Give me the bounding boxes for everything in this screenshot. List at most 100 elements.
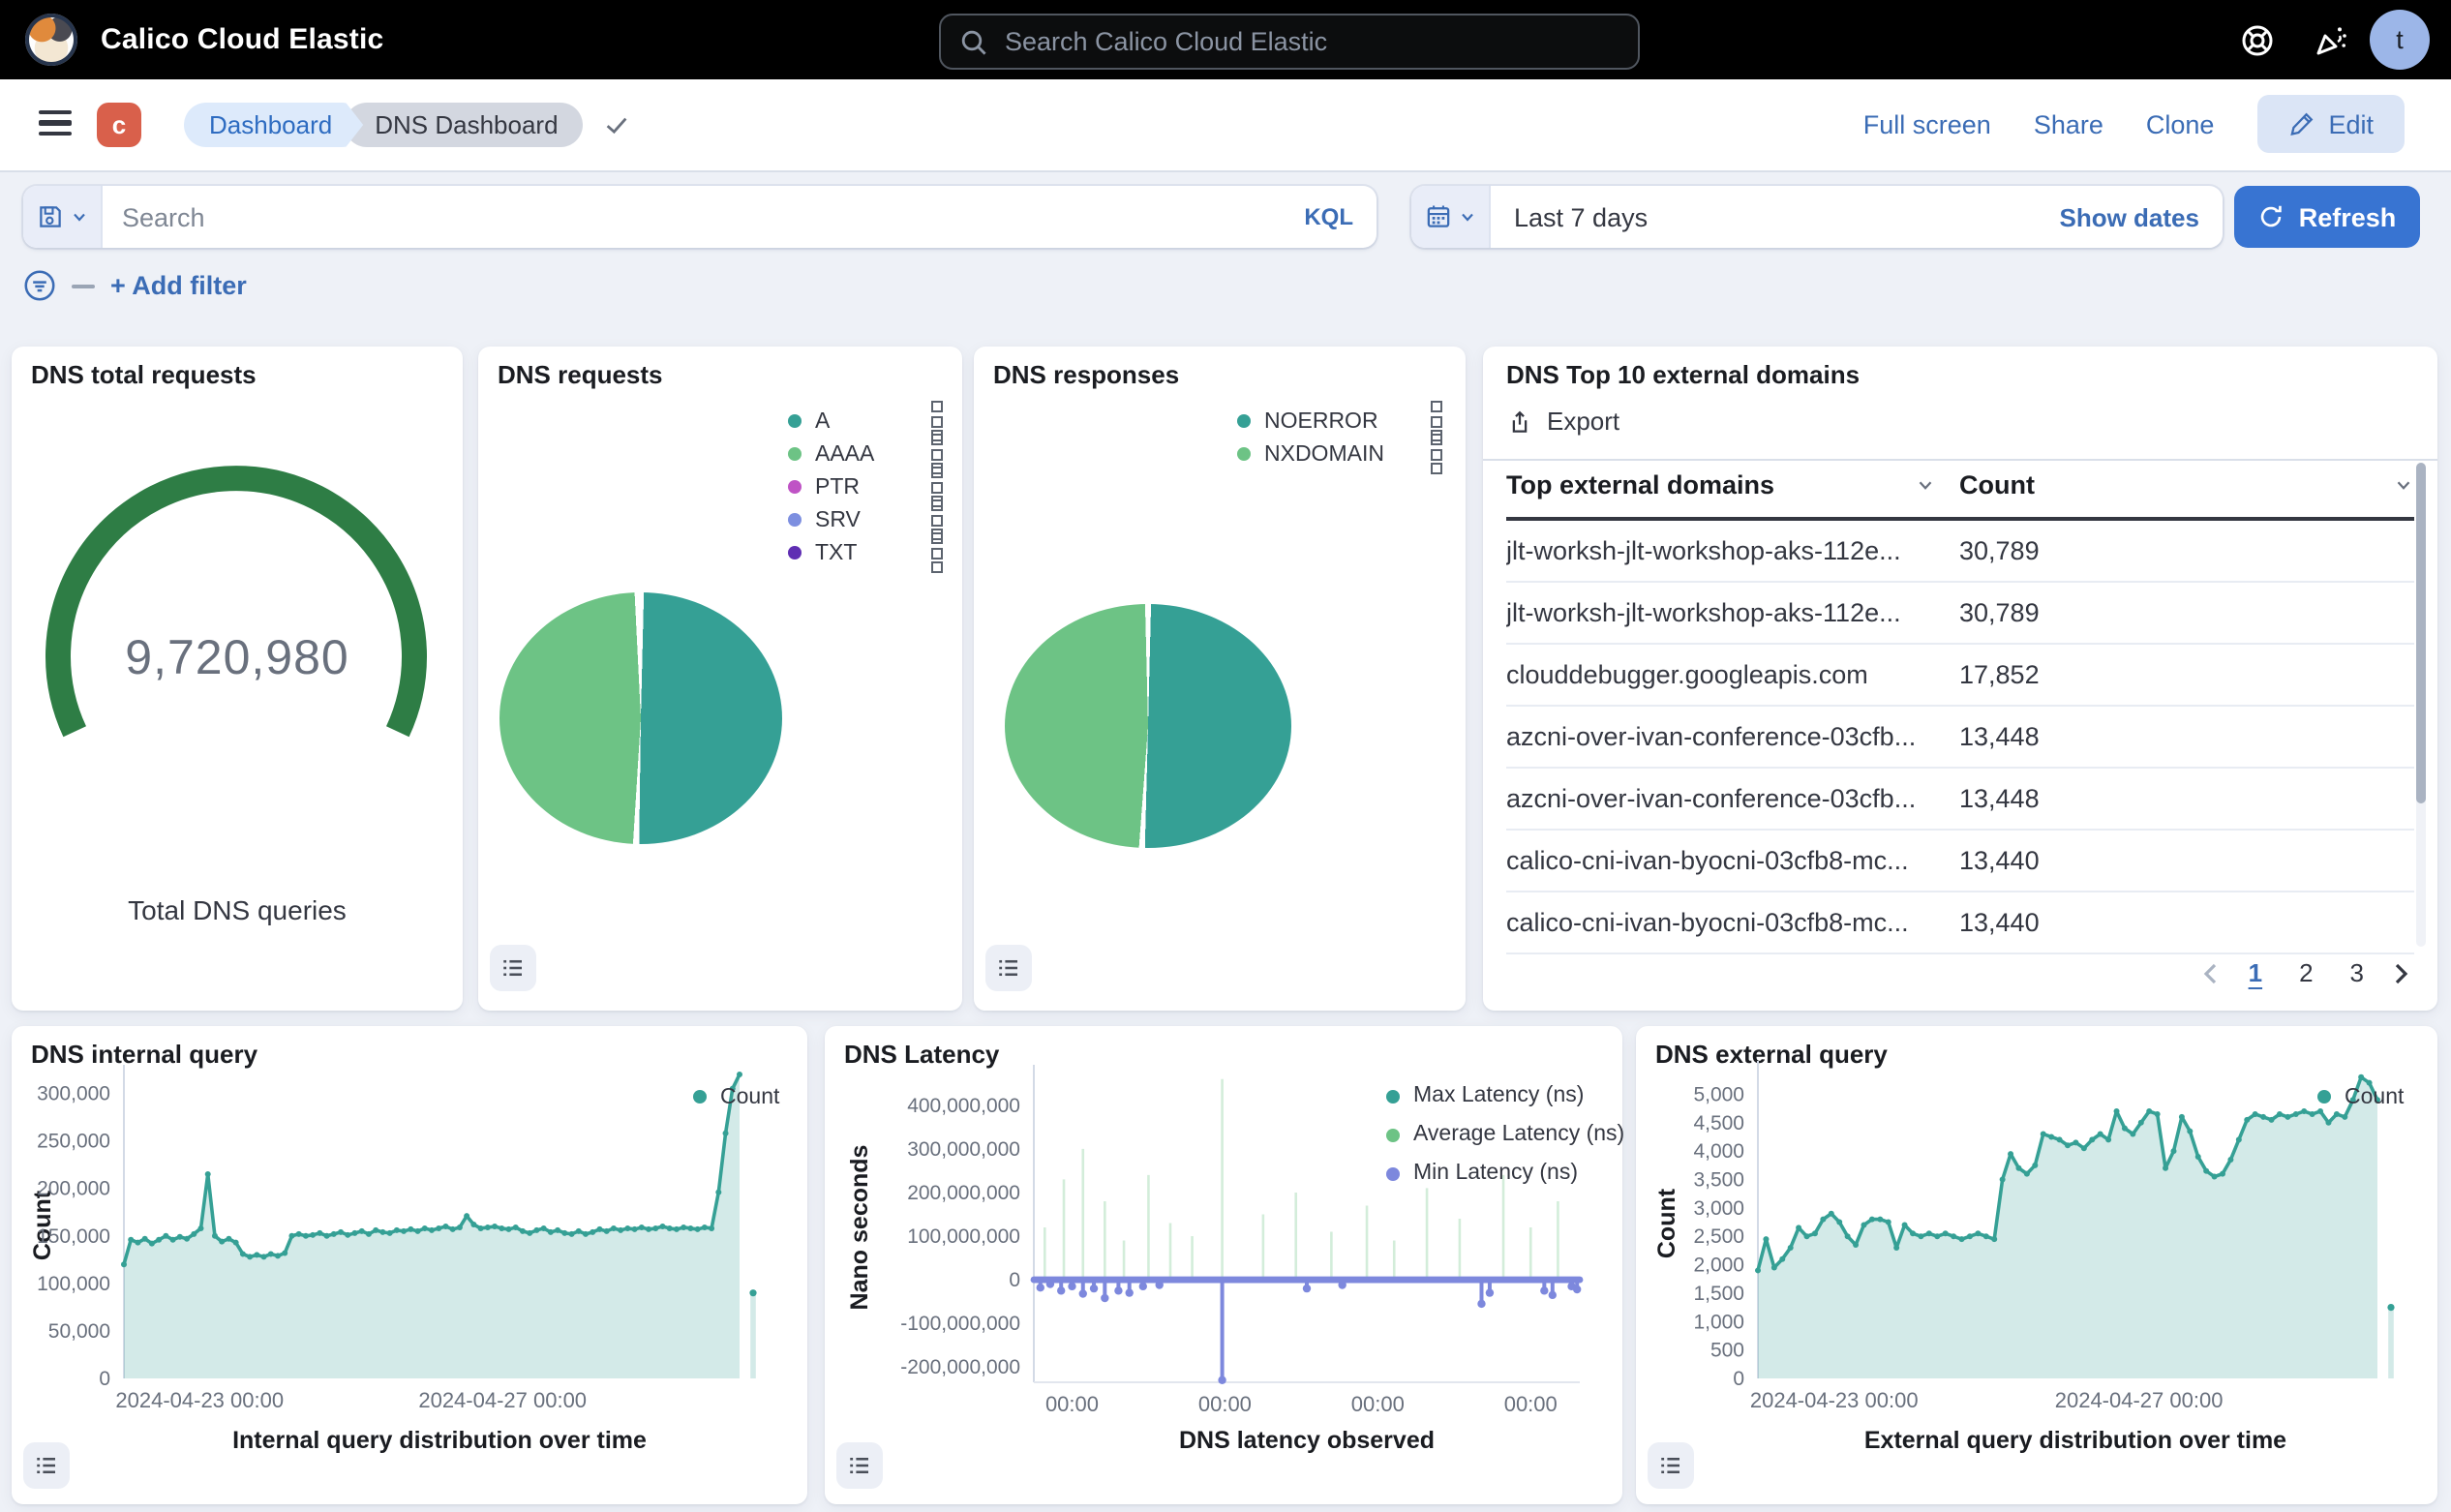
legend-dot-icon xyxy=(693,1090,707,1104)
news-feed-icon[interactable] xyxy=(2314,23,2348,58)
svg-text:4,500: 4,500 xyxy=(1693,1112,1744,1134)
chevron-down-icon xyxy=(69,207,88,227)
column-header-domains[interactable]: Top external domains xyxy=(1506,470,1936,499)
share-button[interactable]: Share xyxy=(2034,109,2103,138)
check-icon[interactable] xyxy=(603,110,632,139)
panel-legend-toggle-button[interactable] xyxy=(985,945,1032,991)
kql-language-button[interactable]: KQL xyxy=(1281,203,1377,230)
legend-item[interactable]: NOERROR xyxy=(1237,405,1442,438)
table-row[interactable]: jlt-worksh-jlt-workshop-aks-112e...30,78… xyxy=(1506,521,2414,583)
space-badge[interactable]: c xyxy=(97,103,141,147)
page-number[interactable]: 1 xyxy=(2239,954,2272,991)
show-dates-button[interactable]: Show dates xyxy=(2037,202,2224,231)
legend-dot-icon xyxy=(1386,1166,1400,1180)
page-number[interactable]: 3 xyxy=(2341,954,2374,991)
kql-search-input[interactable] xyxy=(103,202,1281,231)
date-picker-menu-button[interactable] xyxy=(1411,186,1491,248)
pie-chart[interactable] xyxy=(1005,604,1291,848)
help-icon[interactable] xyxy=(2240,23,2275,58)
global-search-box[interactable] xyxy=(939,14,1640,70)
saved-query-menu-button[interactable] xyxy=(23,186,103,248)
legend-dot-icon xyxy=(2317,1090,2331,1104)
svg-text:00:00: 00:00 xyxy=(1198,1392,1252,1416)
legend-actions-icon[interactable] xyxy=(1431,434,1442,474)
x-axis-title: DNS latency observed xyxy=(1034,1427,1580,1454)
breadcrumb-dashboard[interactable]: Dashboard xyxy=(184,103,363,147)
legend-item[interactable]: A xyxy=(788,405,943,438)
legend-item[interactable]: NXDOMAIN xyxy=(1237,438,1442,470)
table-row[interactable]: azcni-over-ivan-conference-03cfb...13,44… xyxy=(1506,769,2414,831)
legend-item[interactable]: Average Latency (ns) xyxy=(1386,1115,1624,1154)
user-avatar[interactable]: t xyxy=(2370,10,2430,70)
table-row[interactable]: clouddebugger.googleapis.com17,852 xyxy=(1506,645,2414,707)
table-row[interactable]: calico-cni-ivan-byocni-03cfb8-mc...13,44… xyxy=(1506,892,2414,954)
svg-text:100,000: 100,000 xyxy=(37,1273,110,1295)
clone-button[interactable]: Clone xyxy=(2146,109,2215,138)
legend-item[interactable]: AAAA xyxy=(788,438,943,470)
chevron-down-icon xyxy=(1915,474,1936,496)
dashboard-actions: Full screen Share Clone Edit xyxy=(1863,95,2405,153)
cell-count: 30,789 xyxy=(1959,598,2414,627)
panel-dns-external-query: DNS external query Count 05001,0001,5002… xyxy=(1636,1026,2437,1504)
scrollbar[interactable] xyxy=(2416,463,2426,947)
legend-label: AAAA xyxy=(815,442,912,466)
table-row[interactable]: azcni-over-ivan-conference-03cfb...13,44… xyxy=(1506,707,2414,769)
legend-item[interactable]: TXT xyxy=(788,536,943,569)
edit-button[interactable]: Edit xyxy=(2256,95,2405,153)
cell-domain: azcni-over-ivan-conference-03cfb... xyxy=(1506,722,1959,751)
legend-label: Count xyxy=(2345,1085,2404,1108)
table-body: jlt-worksh-jlt-workshop-aks-112e...30,78… xyxy=(1506,521,2414,954)
next-page-icon[interactable] xyxy=(2391,961,2410,984)
search-icon xyxy=(958,26,989,57)
legend-item[interactable]: Count xyxy=(2317,1080,2404,1113)
list-icon xyxy=(848,1452,871,1479)
add-filter-button[interactable]: + Add filter xyxy=(110,271,247,300)
svg-text:2,000: 2,000 xyxy=(1693,1255,1744,1277)
panel-title: DNS total requests xyxy=(31,360,257,389)
cell-count: 13,440 xyxy=(1959,908,2414,937)
svg-text:2024-04-23 00:00: 2024-04-23 00:00 xyxy=(1750,1388,1919,1412)
time-range-value[interactable]: Last 7 days xyxy=(1491,202,2037,231)
legend-item[interactable]: SRV xyxy=(788,503,943,536)
svg-text:2024-04-27 00:00: 2024-04-27 00:00 xyxy=(2055,1388,2224,1412)
panel-dns-requests: DNS requests AAAAAPTRSRVTXT xyxy=(478,347,962,1011)
global-search-input[interactable] xyxy=(1001,25,1638,58)
legend-actions-icon[interactable] xyxy=(931,532,943,573)
breadcrumb-dns-dashboard[interactable]: DNS Dashboard xyxy=(344,103,583,147)
legend-dot-icon xyxy=(1386,1089,1400,1103)
legend-dot-icon xyxy=(788,480,802,494)
svg-text:150,000: 150,000 xyxy=(37,1225,110,1248)
legend-item[interactable]: PTR xyxy=(788,470,943,503)
cell-domain: azcni-over-ivan-conference-03cfb... xyxy=(1506,784,1959,813)
menu-icon[interactable] xyxy=(39,110,72,137)
svg-text:2024-04-23 00:00: 2024-04-23 00:00 xyxy=(115,1388,284,1412)
panel-legend-toggle-button[interactable] xyxy=(23,1442,70,1489)
refresh-button[interactable]: Refresh xyxy=(2234,186,2420,248)
svg-text:0: 0 xyxy=(1733,1368,1744,1390)
chevron-down-icon xyxy=(1457,207,1476,227)
panel-legend-toggle-button[interactable] xyxy=(1648,1442,1694,1489)
svg-text:00:00: 00:00 xyxy=(1504,1392,1558,1416)
page-number[interactable]: 2 xyxy=(2289,954,2322,991)
legend-item[interactable]: Max Latency (ns) xyxy=(1386,1076,1624,1115)
panel-legend-toggle-button[interactable] xyxy=(490,945,536,991)
svg-text:50,000: 50,000 xyxy=(48,1320,110,1343)
table-row[interactable]: jlt-worksh-jlt-workshop-aks-112e...30,78… xyxy=(1506,583,2414,645)
pie-chart[interactable] xyxy=(499,592,782,844)
export-button[interactable]: Export xyxy=(1506,407,1619,436)
legend-label: NOERROR xyxy=(1264,409,1411,433)
panel-legend-toggle-button[interactable] xyxy=(836,1442,883,1489)
export-icon xyxy=(1506,408,1533,435)
previous-page-icon[interactable] xyxy=(2202,961,2222,984)
pencil-icon xyxy=(2287,110,2315,137)
legend-item[interactable]: Count xyxy=(693,1080,779,1113)
scrollbar-thumb[interactable] xyxy=(2416,463,2426,803)
app-logo-icon[interactable] xyxy=(25,14,77,66)
full-screen-button[interactable]: Full screen xyxy=(1863,109,1991,138)
svg-text:200,000,000: 200,000,000 xyxy=(907,1182,1020,1204)
column-header-count[interactable]: Count xyxy=(1959,470,2414,499)
legend-item[interactable]: Min Latency (ns) xyxy=(1386,1154,1624,1193)
panel-dns-responses: DNS responses NOERRORNXDOMAIN xyxy=(974,347,1466,1011)
table-row[interactable]: calico-cni-ivan-byocni-03cfb8-mc...13,44… xyxy=(1506,831,2414,892)
filter-icon[interactable] xyxy=(23,269,56,302)
